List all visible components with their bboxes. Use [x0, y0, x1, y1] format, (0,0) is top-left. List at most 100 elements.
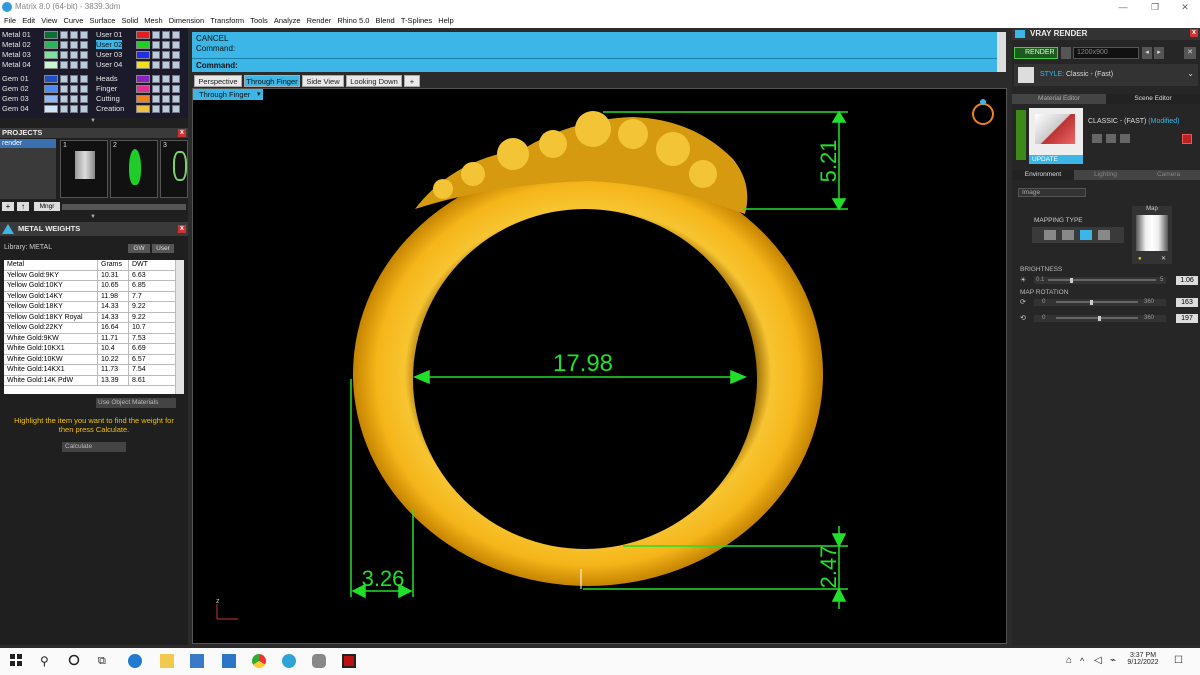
tab-camera[interactable]: Camera [1137, 170, 1200, 180]
rotation-value[interactable]: 163 [1176, 298, 1198, 307]
layer-row[interactable]: User 04 [96, 60, 186, 70]
layer-toggle[interactable] [172, 75, 180, 83]
menu-render[interactable]: Render [307, 14, 332, 28]
layer-lock-icon[interactable] [70, 75, 78, 83]
rotation-value[interactable]: 197 [1176, 314, 1198, 323]
layer-swatch[interactable] [136, 75, 150, 83]
command-scrollbar[interactable] [997, 32, 1006, 72]
tab-lighting[interactable]: Lighting [1074, 170, 1137, 180]
cortana-icon[interactable] [68, 654, 82, 668]
layer-toggle[interactable] [80, 75, 88, 83]
layer-swatch[interactable] [136, 105, 150, 113]
plane-map-icon[interactable] [1044, 230, 1056, 240]
layer-row[interactable]: User 02 [96, 40, 186, 50]
layer-toggle[interactable] [172, 51, 180, 59]
slider-handle[interactable] [1069, 278, 1073, 283]
layer-toggle[interactable] [60, 41, 68, 49]
folder-icon[interactable] [1106, 134, 1117, 143]
layer-row[interactable]: Metal 02 [2, 40, 92, 50]
layer-swatch[interactable] [136, 95, 150, 103]
menu-edit[interactable]: Edit [22, 14, 35, 28]
calculate-button[interactable]: Calculate [62, 442, 126, 452]
layer-toggle[interactable] [80, 51, 88, 59]
layer-row[interactable]: Metal 03 [2, 50, 92, 60]
menu-rhino[interactable]: Rhino 5.0 [337, 14, 369, 28]
layer-swatch[interactable] [44, 75, 58, 83]
maximize-icon[interactable]: ❐ [1140, 0, 1170, 14]
add-tab-button[interactable]: + [404, 75, 420, 87]
ring-view-icon[interactable] [972, 99, 994, 125]
search-icon[interactable]: ⚲ [40, 654, 54, 668]
menu-file[interactable]: File [4, 14, 16, 28]
environment-select[interactable]: Image [1018, 188, 1086, 197]
layer-toggle[interactable] [172, 61, 180, 69]
table-row[interactable]: Yellow Gold:9KY 10.31 6.63 [4, 270, 184, 281]
layer-toggle[interactable] [152, 75, 160, 83]
mail-icon[interactable] [222, 654, 236, 668]
preset-preview[interactable]: UPDATE [1029, 108, 1083, 164]
layer-toggle[interactable] [172, 105, 180, 113]
close-render-icon[interactable]: ✕ [1184, 47, 1196, 59]
rewind-icon[interactable]: ◂ [1142, 47, 1152, 59]
layer-toggle[interactable] [152, 31, 160, 39]
brightness-value[interactable]: 1.06 [1176, 276, 1198, 285]
rotation-slider[interactable]: ⟲ 0 360 197 [1020, 314, 1198, 323]
style-row[interactable]: STYLE: Classic - (Fast) ⌄ [1014, 64, 1198, 86]
layer-toggle[interactable] [152, 61, 160, 69]
layer-row[interactable]: Cutting [96, 94, 186, 104]
collapse-icon[interactable]: ▼ [90, 214, 98, 220]
layer-toggle[interactable] [152, 85, 160, 93]
resolution-field[interactable]: 1200x900 [1073, 47, 1139, 59]
chrome-icon[interactable] [252, 654, 266, 668]
expand-handle[interactable] [1016, 110, 1026, 160]
table-row[interactable]: White Gold:10KW 10.22 6.57 [4, 354, 184, 365]
layer-toggle[interactable] [172, 31, 180, 39]
table-row[interactable]: White Gold:9KW 11.71 7.53 [4, 333, 184, 344]
column-header[interactable]: DWT [129, 260, 169, 270]
update-button[interactable]: UPDATE [1029, 155, 1083, 164]
rotation-slider[interactable]: ⟳ 0 360 163 [1020, 298, 1198, 307]
command-input[interactable]: Command: [192, 58, 1006, 71]
cancel-label[interactable]: CANCEL [196, 34, 228, 43]
layer-swatch[interactable] [44, 85, 58, 93]
table-row[interactable]: White Gold:10KX1 10.4 6.69 [4, 344, 184, 355]
up-button[interactable]: ↑ [17, 202, 29, 211]
menu-transform[interactable]: Transform [210, 14, 244, 28]
brightness-slider[interactable]: ☀ 0.1 5 1.06 [1020, 276, 1198, 285]
layer-lock-icon[interactable] [162, 95, 170, 103]
layer-row[interactable]: Gem 02 [2, 84, 92, 94]
table-scrollbar[interactable] [175, 260, 184, 394]
tab-through-finger[interactable]: Through Finger [244, 75, 300, 87]
layer-toggle[interactable] [60, 31, 68, 39]
layer-lock-icon[interactable] [70, 85, 78, 93]
layer-row[interactable]: Metal 01 [2, 30, 92, 40]
menu-mesh[interactable]: Mesh [144, 14, 162, 28]
tab-material-editor[interactable]: Material Editor [1012, 94, 1106, 104]
people-icon[interactable]: ⌂ [1066, 655, 1072, 666]
layer-row[interactable]: Gem 04 [2, 104, 92, 114]
layer-toggle[interactable] [60, 75, 68, 83]
menu-curve[interactable]: Curve [63, 14, 83, 28]
collapse-icon[interactable]: ▼ [90, 118, 98, 124]
play-icon[interactable]: ▸ [1154, 47, 1164, 59]
tab-looking-down[interactable]: Looking Down [346, 75, 402, 87]
layer-swatch[interactable] [44, 51, 58, 59]
table-row[interactable]: Yellow Gold:18KY Royal 14.33 9.22 [4, 312, 184, 323]
project-thumb[interactable]: 3 [160, 140, 188, 198]
table-row[interactable]: Yellow Gold:10KY 10.65 6.85 [4, 281, 184, 292]
layer-swatch[interactable] [136, 31, 150, 39]
slider-handle[interactable] [1090, 300, 1093, 305]
table-row[interactable]: White Gold:14KX1 11.73 7.54 [4, 365, 184, 376]
layer-toggle[interactable] [152, 95, 160, 103]
save-icon[interactable] [1092, 134, 1102, 143]
close-icon[interactable]: x [178, 129, 186, 137]
camera-icon[interactable] [1061, 47, 1071, 59]
layer-toggle[interactable] [60, 95, 68, 103]
layer-toggle[interactable] [80, 41, 88, 49]
store-icon[interactable] [190, 654, 204, 668]
layer-swatch[interactable] [44, 31, 58, 39]
table-row[interactable]: Yellow Gold:14KY 11.98 7.7 [4, 291, 184, 302]
tab-environment[interactable]: Environment [1012, 170, 1074, 180]
menu-view[interactable]: View [41, 14, 57, 28]
layer-toggle[interactable] [60, 85, 68, 93]
